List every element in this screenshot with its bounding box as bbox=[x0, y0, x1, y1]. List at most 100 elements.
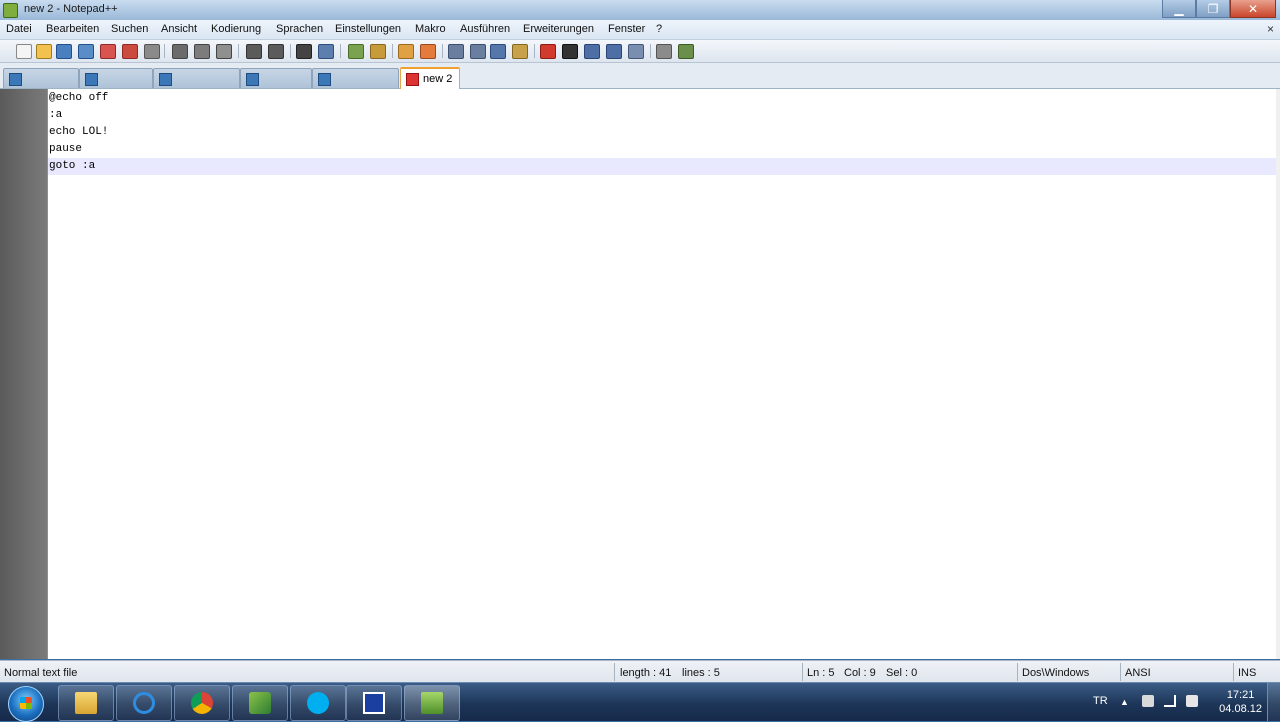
code-line[interactable]: echo LOL! bbox=[48, 124, 1277, 141]
system-clock[interactable]: 17:21 04.08.12 bbox=[1219, 688, 1262, 716]
redo-icon[interactable] bbox=[268, 44, 284, 59]
show-desktop-button[interactable] bbox=[1267, 683, 1280, 721]
tab-document-1[interactable] bbox=[3, 68, 79, 88]
sync-vertical-icon[interactable] bbox=[398, 44, 414, 59]
menu-datei[interactable]: Datei bbox=[6, 23, 32, 35]
editor-area[interactable]: @echo off :a echo LOL! pause goto :a bbox=[0, 89, 1280, 659]
toolbar-separator bbox=[238, 44, 239, 58]
window-controls: ▁ ❐ ✕ bbox=[1162, 0, 1276, 18]
notepadpp-app-icon[interactable] bbox=[3, 3, 18, 18]
print-icon[interactable] bbox=[144, 44, 160, 59]
unsaved-file-icon bbox=[406, 73, 419, 86]
close-file-icon[interactable] bbox=[100, 44, 116, 59]
status-separator bbox=[614, 663, 615, 681]
network-icon[interactable] bbox=[1164, 695, 1176, 707]
menu-fenster[interactable]: Fenster bbox=[608, 23, 645, 35]
taskbar-skype[interactable] bbox=[290, 685, 346, 721]
start-button[interactable] bbox=[8, 686, 44, 722]
taskbar-internet-explorer[interactable] bbox=[116, 685, 172, 721]
volume-icon[interactable] bbox=[1186, 695, 1198, 707]
blue-app-icon bbox=[363, 692, 385, 714]
save-all-icon[interactable] bbox=[78, 44, 94, 59]
user-language-icon[interactable] bbox=[512, 44, 528, 59]
new-file-icon[interactable] bbox=[16, 44, 32, 59]
menu-bar: Datei Bearbeiten Suchen Ansicht Kodierun… bbox=[0, 20, 1280, 40]
copy-icon[interactable] bbox=[194, 44, 210, 59]
close-all-icon[interactable] bbox=[122, 44, 138, 59]
status-encoding: ANSI bbox=[1125, 667, 1151, 679]
close-document-icon[interactable]: × bbox=[1267, 22, 1274, 36]
toolbar-separator bbox=[392, 44, 393, 58]
menu-erweiterungen[interactable]: Erweiterungen bbox=[523, 23, 594, 35]
zoom-out-icon[interactable] bbox=[370, 44, 386, 59]
run-macro-multiple-icon[interactable] bbox=[606, 44, 622, 59]
status-length: length : 41 bbox=[620, 667, 672, 679]
menu-ausfuehren[interactable]: Ausführen bbox=[460, 23, 510, 35]
line-number-gutter[interactable] bbox=[0, 89, 48, 659]
menu-ansicht[interactable]: Ansicht bbox=[161, 23, 197, 35]
status-separator bbox=[802, 663, 803, 681]
undo-icon[interactable] bbox=[246, 44, 262, 59]
code-line[interactable]: :a bbox=[48, 107, 1277, 124]
show-hidden-icons-icon[interactable]: ▲ bbox=[1120, 697, 1129, 707]
chrome-icon bbox=[191, 692, 213, 714]
cut-icon[interactable] bbox=[172, 44, 188, 59]
status-separator bbox=[1233, 663, 1234, 681]
close-button[interactable]: ✕ bbox=[1230, 0, 1276, 18]
maximize-button[interactable]: ❐ bbox=[1196, 0, 1230, 18]
find-icon[interactable] bbox=[296, 44, 312, 59]
toolbar bbox=[0, 40, 1280, 63]
tab-document-2[interactable] bbox=[79, 68, 153, 88]
stop-macro-icon[interactable] bbox=[562, 44, 578, 59]
zoom-in-icon[interactable] bbox=[348, 44, 364, 59]
status-sel: Sel : 0 bbox=[886, 667, 918, 679]
language-indicator[interactable]: TR bbox=[1093, 695, 1108, 707]
spell-check-icon[interactable] bbox=[678, 44, 694, 59]
save-icon[interactable] bbox=[56, 44, 72, 59]
open-file-icon[interactable] bbox=[36, 44, 52, 59]
run-icon[interactable] bbox=[656, 44, 672, 59]
tab-document-3[interactable] bbox=[153, 68, 240, 88]
word-wrap-icon[interactable] bbox=[448, 44, 464, 59]
status-insert-mode: INS bbox=[1238, 667, 1257, 679]
taskbar-network-app[interactable] bbox=[232, 685, 288, 721]
menu-bearbeiten[interactable]: Bearbeiten bbox=[46, 23, 99, 35]
code-line-current[interactable]: goto :a bbox=[48, 158, 1277, 175]
menu-makro[interactable]: Makro bbox=[415, 23, 446, 35]
tab-document-5[interactable] bbox=[312, 68, 399, 88]
status-file-type: Normal text file bbox=[4, 667, 78, 679]
save-macro-icon[interactable] bbox=[628, 44, 644, 59]
action-center-icon[interactable] bbox=[1142, 695, 1154, 707]
tab-new-2[interactable]: new 2 bbox=[400, 67, 460, 90]
taskbar-chrome[interactable] bbox=[174, 685, 230, 721]
sync-horizontal-icon[interactable] bbox=[420, 44, 436, 59]
toolbar-separator bbox=[650, 44, 651, 58]
paste-icon[interactable] bbox=[216, 44, 232, 59]
taskbar-notepadpp[interactable] bbox=[404, 685, 460, 721]
minimize-button[interactable]: ▁ bbox=[1162, 0, 1196, 18]
code-line[interactable]: @echo off bbox=[48, 90, 1277, 107]
tab-document-4[interactable] bbox=[240, 68, 312, 88]
internet-explorer-icon bbox=[133, 692, 155, 714]
status-ln: Ln : 5 bbox=[807, 667, 835, 679]
status-col: Col : 9 bbox=[844, 667, 876, 679]
taskbar-blue-app[interactable] bbox=[346, 685, 402, 721]
record-macro-icon[interactable] bbox=[540, 44, 556, 59]
menu-suchen[interactable]: Suchen bbox=[111, 23, 148, 35]
status-eol: Dos\Windows bbox=[1022, 667, 1090, 679]
taskbar-explorer[interactable] bbox=[58, 685, 114, 721]
code-line[interactable]: pause bbox=[48, 141, 1277, 158]
menu-kodierung[interactable]: Kodierung bbox=[211, 23, 261, 35]
menu-sprachen[interactable]: Sprachen bbox=[276, 23, 323, 35]
play-macro-icon[interactable] bbox=[584, 44, 600, 59]
saved-file-icon bbox=[85, 73, 98, 86]
replace-icon[interactable] bbox=[318, 44, 334, 59]
status-bar: Normal text file length : 41 lines : 5 L… bbox=[0, 660, 1280, 683]
show-all-chars-icon[interactable] bbox=[470, 44, 486, 59]
menu-help[interactable]: ? bbox=[656, 23, 662, 35]
toolbar-separator bbox=[290, 44, 291, 58]
indent-guide-icon[interactable] bbox=[490, 44, 506, 59]
window-title: new 2 - Notepad++ bbox=[24, 3, 118, 15]
menu-einstellungen[interactable]: Einstellungen bbox=[335, 23, 401, 35]
toolbar-separator bbox=[442, 44, 443, 58]
